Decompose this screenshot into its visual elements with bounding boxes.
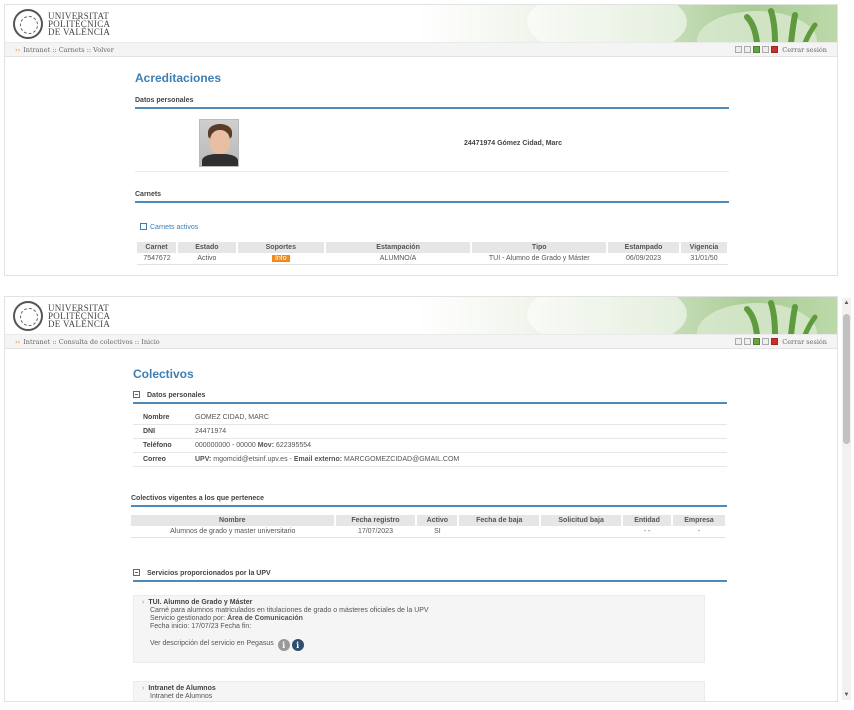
logout-link[interactable]: Cerrar sesión	[782, 338, 827, 346]
scroll-down-icon[interactable]: ▼	[842, 690, 851, 700]
user-photo	[199, 119, 239, 167]
row-correo: Correo UPV: mgomcid@etsinf.upv.es - Email…	[133, 453, 727, 467]
breadcrumb[interactable]: ›› Intranet :: Consulta de colectivos :: …	[15, 338, 160, 346]
info-badge[interactable]: Info	[271, 255, 290, 262]
colectivos-table: Nombre Fecha registro Activo Fecha de ba…	[131, 515, 727, 538]
acreditaciones-window: UNIVERSITAT POLITÈCNICA DE VALÈNCIA ›› In…	[4, 4, 838, 276]
service-card-intranet: › Intranet de Alumnos Intranet de Alumnos	[133, 681, 705, 701]
service-card-tui: › TUI. Alumno de Grado y Máster Carné par…	[133, 595, 705, 663]
hand-logo-icon	[744, 8, 818, 42]
scroll-up-icon[interactable]: ▲	[842, 298, 851, 308]
lock-icon	[771, 46, 779, 53]
table-header-row: Carnet Estado Soportes Estampación Tipo …	[137, 242, 729, 253]
vertical-scrollbar[interactable]: ▲ ▼	[842, 298, 851, 700]
logout-link[interactable]: Cerrar sesión	[782, 46, 827, 54]
toggle-box-icon	[140, 223, 147, 230]
info-grey-icon[interactable]: i	[277, 639, 290, 651]
print-icon[interactable]	[762, 46, 770, 53]
section-servicios[interactable]: Servicios proporcionados por la UPV	[133, 569, 727, 582]
section-colectivos: Colectivos vigentes a los que pertenece	[131, 495, 727, 507]
upv-logo[interactable]: UNIVERSITAT POLITÈCNICA DE VALÈNCIA	[13, 301, 110, 331]
pegasus-link[interactable]: Ver descripción del servicio en Pegasus	[150, 640, 274, 647]
upv-seal-icon	[13, 301, 43, 331]
page-title: Colectivos	[133, 367, 194, 381]
collapse-icon[interactable]	[133, 569, 140, 576]
info-blue-icon[interactable]: i	[291, 639, 304, 651]
table-row: Alumnos de grado y master universitario …	[131, 526, 726, 538]
section-datos-personales[interactable]: Datos personales	[133, 391, 727, 404]
section-datos-personales: Datos personales	[135, 97, 729, 109]
upv-seal-icon	[13, 9, 43, 39]
upv-logo[interactable]: UNIVERSITAT POLITÈCNICA DE VALÈNCIA	[13, 9, 110, 39]
site-header: UNIVERSITAT POLITÈCNICA DE VALÈNCIA	[5, 297, 837, 335]
lock-icon	[771, 338, 779, 345]
lang-en-icon[interactable]	[744, 46, 752, 53]
print-icon[interactable]	[762, 338, 770, 345]
arrow-icon: ››	[15, 337, 21, 346]
breadcrumb[interactable]: ›› Intranet :: Carnets :: Volver	[15, 46, 114, 54]
accessibility-icon[interactable]	[753, 338, 761, 345]
personal-data-list: Nombre GOMEZ CIDAD, MARC DNI 24471974 Telé…	[133, 411, 727, 467]
section-carnets: Carnets	[135, 191, 729, 203]
arrow-icon: ››	[15, 45, 21, 54]
colectivos-window: UNIVERSITAT POLITÈCNICA DE VALÈNCIA ›› In…	[4, 296, 838, 702]
lang-es-icon[interactable]	[735, 46, 743, 53]
carnets-table: Carnet Estado Soportes Estampación Tipo …	[137, 242, 729, 265]
accessibility-icon[interactable]	[753, 46, 761, 53]
person-line: 24471974 Gómez Cidad, Marc	[464, 140, 563, 147]
breadcrumb-bar: ›› Intranet :: Consulta de colectivos :: …	[5, 335, 837, 349]
hand-logo-icon	[744, 300, 818, 334]
carnets-activos-link[interactable]: Carnets activos	[140, 223, 198, 231]
lang-es-icon[interactable]	[735, 338, 743, 345]
chevron-right-icon: ›	[142, 685, 145, 692]
scroll-thumb[interactable]	[843, 314, 850, 444]
chevron-right-icon: ›	[142, 599, 145, 606]
table-row: 7547672 Activo Info ALUMNO/A TUI - Alumn…	[137, 253, 728, 265]
table-header-row: Nombre Fecha registro Activo Fecha de ba…	[131, 515, 727, 526]
row-nombre: Nombre GOMEZ CIDAD, MARC	[133, 411, 727, 425]
row-telefono: Teléfono 000000000 - 00000 Mov: 622395554	[133, 439, 727, 453]
collapse-icon[interactable]	[133, 391, 140, 398]
breadcrumb-bar: ›› Intranet :: Carnets :: Volver Cerrar s…	[5, 43, 837, 57]
lang-en-icon[interactable]	[744, 338, 752, 345]
page-title: Acreditaciones	[135, 71, 222, 85]
row-dni: DNI 24471974	[133, 425, 727, 439]
site-header: UNIVERSITAT POLITÈCNICA DE VALÈNCIA	[5, 5, 837, 43]
